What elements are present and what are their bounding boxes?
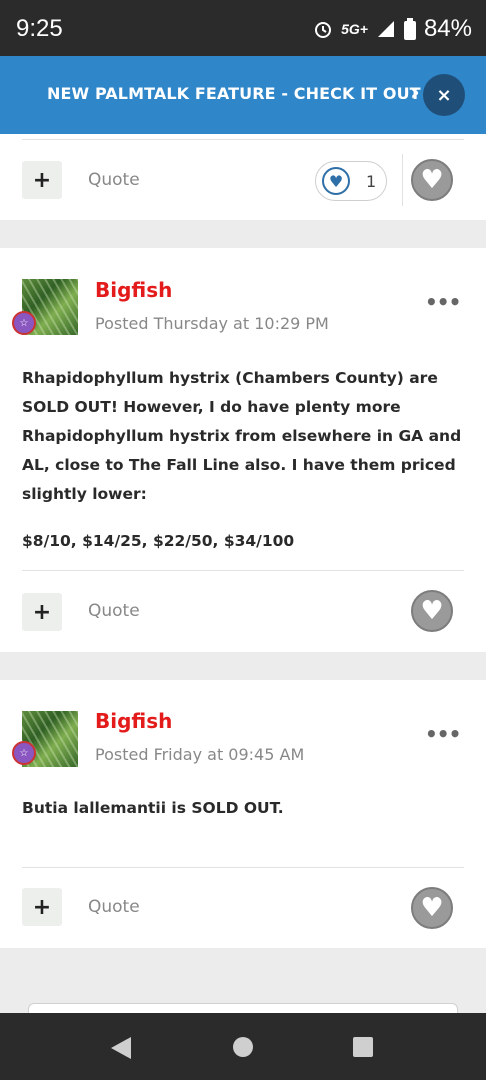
reaction-count-pill[interactable]: ♥ 1 bbox=[315, 161, 387, 201]
divider bbox=[22, 570, 464, 571]
separator bbox=[402, 154, 403, 206]
multiquote-button[interactable]: + bbox=[22, 161, 62, 199]
battery-icon bbox=[403, 18, 416, 40]
clock: 9:25 bbox=[16, 15, 63, 42]
rank-badge-icon: ☆ bbox=[12, 311, 36, 335]
status-bar: 9:25 5G+ 84% bbox=[0, 0, 486, 56]
plus-icon: + bbox=[32, 599, 52, 625]
react-button[interactable]: ♥ bbox=[411, 887, 453, 929]
react-button[interactable]: ♥ bbox=[411, 590, 453, 632]
divider bbox=[22, 139, 464, 140]
heart-icon: ♥ bbox=[420, 596, 444, 626]
more-options-icon[interactable]: ••• bbox=[425, 722, 461, 746]
quote-button[interactable]: Quote bbox=[88, 601, 140, 621]
heart-icon: ♥ bbox=[420, 893, 444, 923]
multiquote-button[interactable]: + bbox=[22, 593, 62, 631]
more-options-icon[interactable]: ••• bbox=[425, 290, 461, 314]
post-body: Rhapidophyllum hystrix (Chambers County)… bbox=[22, 364, 462, 556]
post-timestamp[interactable]: Posted Friday at 09:45 AM bbox=[95, 745, 304, 764]
alarm-icon bbox=[315, 22, 332, 38]
post-timestamp[interactable]: Posted Thursday at 10:29 PM bbox=[95, 314, 329, 333]
heart-icon: ♥ bbox=[322, 167, 350, 195]
plus-icon: + bbox=[32, 167, 52, 193]
battery-level: 84% bbox=[423, 15, 472, 42]
recent-apps-icon[interactable] bbox=[353, 1037, 373, 1057]
reaction-count: 1 bbox=[366, 171, 377, 191]
chevron-right-icon[interactable]: › bbox=[410, 78, 420, 106]
post-paragraph: Rhapidophyllum hystrix (Chambers County)… bbox=[22, 369, 462, 503]
banner-text[interactable]: NEW PALMTALK FEATURE - CHECK IT OUT bbox=[47, 84, 421, 103]
post-card: ☆ Bigfish Posted Thursday at 10:29 PM ••… bbox=[0, 248, 486, 652]
status-icons: 5G+ 84% bbox=[313, 14, 472, 44]
react-button[interactable]: ♥ bbox=[411, 159, 453, 201]
post-footer-previous: + Quote ♥ 1 ♥ bbox=[0, 134, 486, 220]
multiquote-button[interactable]: + bbox=[22, 888, 62, 926]
feature-banner[interactable]: NEW PALMTALK FEATURE - CHECK IT OUT › × bbox=[0, 56, 486, 134]
post-paragraph: Butia lallemantii is SOLD OUT. bbox=[22, 799, 284, 817]
post-card: ☆ Bigfish Posted Friday at 09:45 AM ••• … bbox=[0, 680, 486, 948]
network-type: 5G+ bbox=[341, 21, 368, 37]
divider bbox=[22, 867, 464, 868]
quote-button[interactable]: Quote bbox=[88, 897, 140, 917]
heart-icon: ♥ bbox=[420, 165, 444, 195]
quote-button[interactable]: Quote bbox=[88, 170, 140, 190]
home-icon[interactable] bbox=[233, 1037, 253, 1057]
signal-icon bbox=[377, 21, 394, 37]
close-banner-button[interactable]: × bbox=[423, 74, 465, 116]
close-icon: × bbox=[436, 84, 452, 106]
post-paragraph: $8/10, $14/25, $22/50, $34/100 bbox=[22, 532, 295, 550]
system-nav-bar bbox=[0, 1013, 486, 1080]
post-body: Butia lallemantii is SOLD OUT. bbox=[22, 794, 462, 823]
plus-icon: + bbox=[32, 894, 52, 920]
author-name[interactable]: Bigfish bbox=[95, 709, 172, 733]
author-name[interactable]: Bigfish bbox=[95, 278, 172, 302]
back-icon[interactable] bbox=[111, 1037, 131, 1059]
rank-badge-icon: ☆ bbox=[12, 741, 36, 765]
